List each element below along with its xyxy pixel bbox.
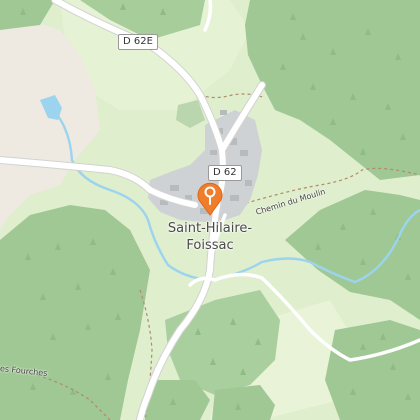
road-shield-d62e: D 62E (118, 34, 158, 50)
forest-area (325, 320, 420, 420)
location-marker[interactable] (195, 180, 225, 216)
village-name-line1: Saint-Hilaire- (167, 221, 253, 236)
village-name-line2: Foissac (186, 238, 234, 253)
village-label: Saint-Hilaire- Foissac (140, 220, 280, 254)
map-view[interactable]: D 62E D 62 Chemin du Moulin es Fourches … (0, 0, 420, 420)
map-pin-icon (197, 182, 223, 216)
road-shield-d62: D 62 (208, 165, 242, 181)
